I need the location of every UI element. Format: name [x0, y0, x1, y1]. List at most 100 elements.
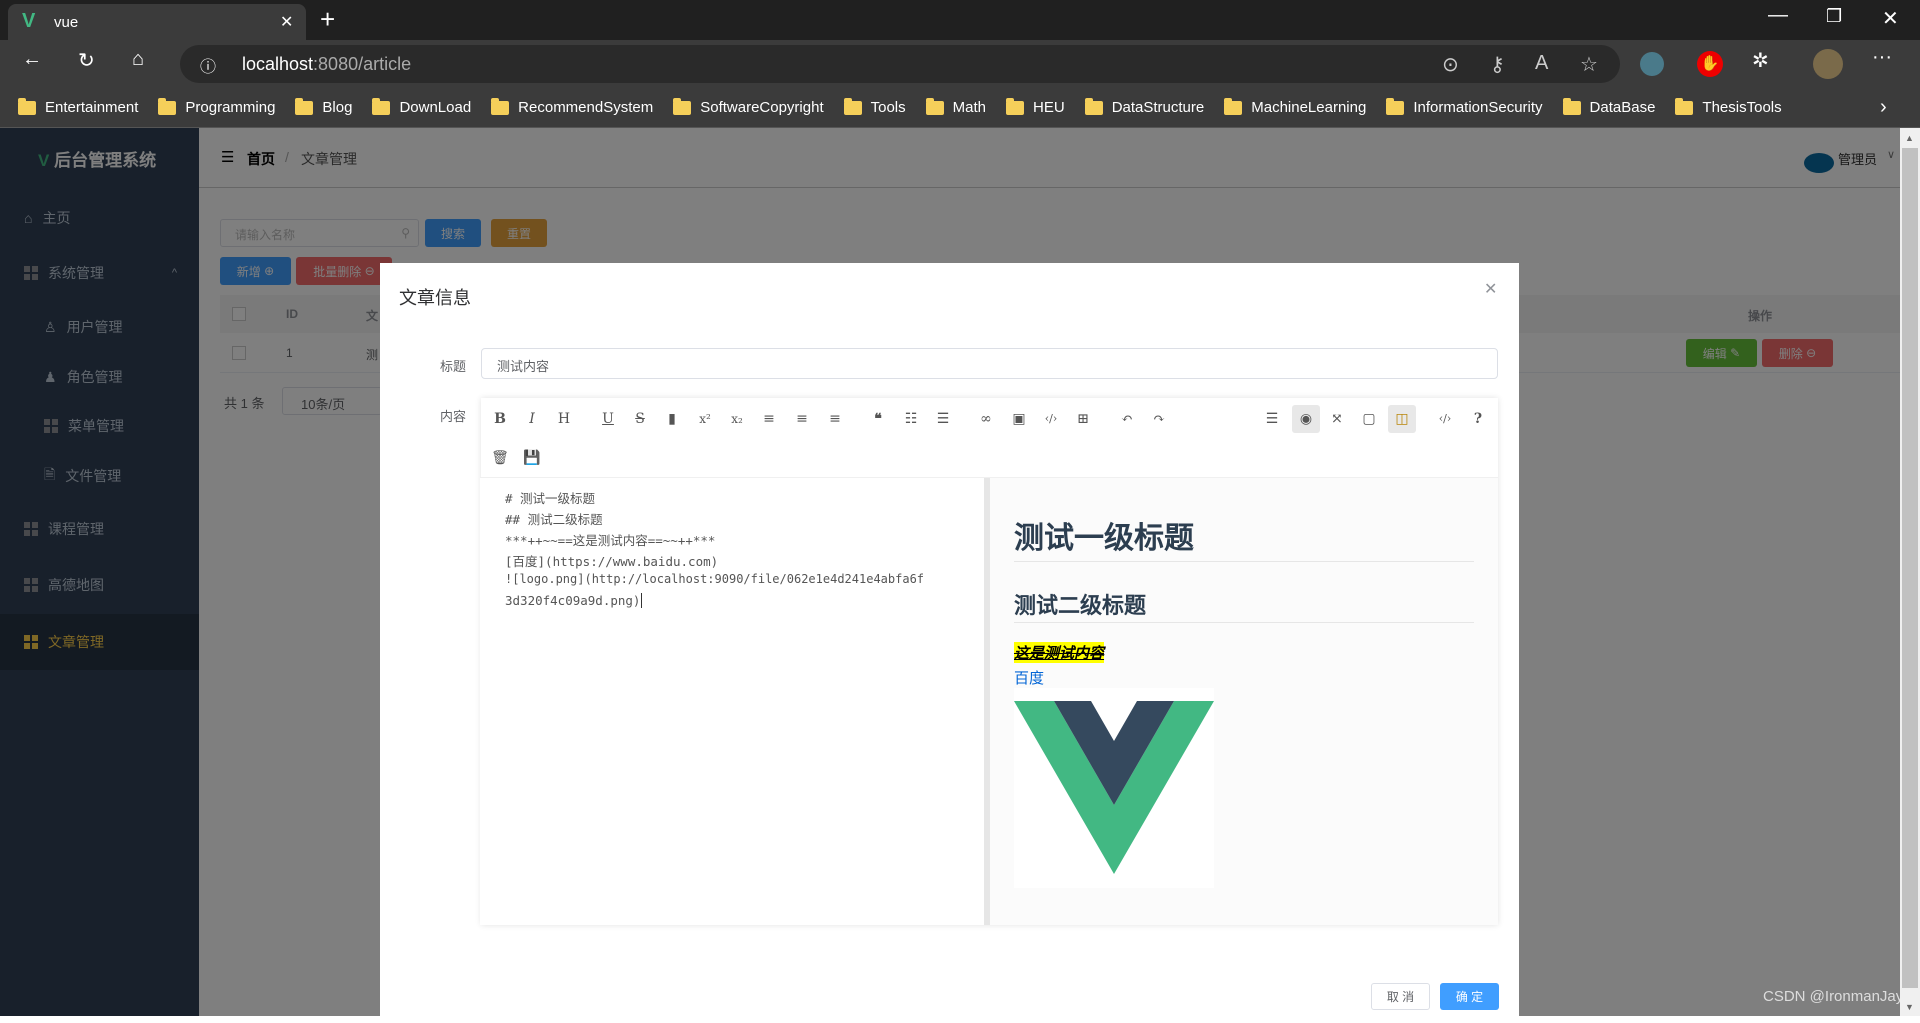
folder-icon — [1562, 97, 1581, 115]
bookmark-label: ThesisTools — [1702, 99, 1782, 116]
title-label: 标题 — [440, 359, 467, 374]
unordered-list-icon[interactable]: ☰ — [932, 408, 954, 430]
page-scrollbar[interactable]: ▲ ▼ — [1900, 128, 1920, 1016]
subscript-icon[interactable]: x₂ — [726, 408, 748, 430]
browser-tab[interactable]: V vue ✕ — [8, 4, 306, 40]
folder-icon — [673, 97, 692, 115]
bookmark-folder[interactable]: HEU — [1006, 97, 1065, 116]
folder-icon — [1675, 97, 1694, 115]
bookmark-folder[interactable]: SoftwareCopyright — [673, 97, 824, 116]
bookmark-folder[interactable]: DataStructure — [1084, 97, 1204, 116]
bookmark-folder[interactable]: DataBase — [1562, 97, 1656, 116]
site-info-icon[interactable]: ⓘ — [200, 53, 216, 77]
bookmark-label: DownLoad — [399, 99, 472, 116]
bookmark-label: SoftwareCopyright — [700, 99, 824, 116]
strikethrough-icon[interactable]: S — [629, 408, 651, 430]
location-icon[interactable]: ⊙ — [1442, 52, 1459, 77]
watermark: CSDN @IronmanJay — [1763, 988, 1904, 1005]
bookmark-label: Blog — [322, 99, 353, 116]
code-icon[interactable]: ‹/› — [1040, 408, 1062, 430]
preview-link[interactable]: 百度 — [1014, 667, 1044, 688]
restore-icon[interactable]: ❐ — [1826, 6, 1842, 27]
read-aloud-icon[interactable]: A — [1535, 52, 1548, 75]
profile-avatar[interactable] — [1813, 49, 1843, 79]
bookmark-folder[interactable]: InformationSecurity — [1386, 97, 1543, 116]
scroll-up-icon[interactable]: ▲ — [1905, 133, 1914, 143]
align-right-icon[interactable]: ≡ — [824, 408, 846, 430]
adblock-icon[interactable]: ✋ — [1697, 51, 1723, 77]
cancel-button[interactable]: 取 消 — [1371, 983, 1430, 1010]
align-left-icon[interactable]: ≡ — [758, 408, 780, 430]
bookmark-folder[interactable]: Entertainment — [18, 97, 139, 116]
bookmark-label: Entertainment — [45, 99, 139, 116]
minimize-icon[interactable]: — — [1768, 4, 1788, 27]
undo-icon[interactable]: ↶ — [1116, 408, 1138, 430]
refresh-icon[interactable]: ↻ — [78, 48, 95, 73]
bookmark-folder[interactable]: MachineLearning — [1224, 97, 1366, 116]
bookmark-folder[interactable]: Blog — [295, 97, 353, 116]
title-input[interactable]: 测试内容 — [481, 348, 1498, 379]
bookmark-folder[interactable]: Tools — [843, 97, 906, 116]
page-fullscreen-icon[interactable]: ▢ — [1358, 408, 1380, 430]
bookmark-folder[interactable]: ThesisTools — [1675, 97, 1782, 116]
bold-icon[interactable]: B — [489, 408, 511, 430]
extension-icon[interactable] — [1640, 52, 1664, 76]
folder-icon — [1084, 97, 1103, 115]
confirm-button[interactable]: 确 定 — [1440, 983, 1499, 1010]
heading-icon[interactable]: H — [553, 408, 575, 430]
back-icon[interactable]: ← — [22, 48, 42, 71]
html-code-icon[interactable]: ‹/› — [1434, 408, 1456, 430]
folder-icon — [1386, 97, 1405, 115]
folder-icon — [1224, 97, 1243, 115]
help-icon[interactable]: ? — [1467, 408, 1489, 430]
save-icon[interactable]: 💾 — [521, 447, 543, 469]
bookmark-label: Math — [952, 99, 987, 116]
close-tab-icon[interactable]: ✕ — [280, 12, 293, 32]
extensions-icon[interactable]: ✲ — [1752, 48, 1769, 73]
bookmark-folder[interactable]: DownLoad — [372, 97, 472, 116]
scroll-down-icon[interactable]: ▼ — [1905, 1002, 1914, 1012]
italic-icon[interactable]: I — [521, 408, 543, 430]
editor-line: ***++~~==这是测试内容==~~++*** — [505, 533, 716, 548]
editor-line: [百度](https://www.baidu.com) — [505, 554, 719, 569]
key-icon[interactable]: ⚷ — [1490, 52, 1505, 77]
underline-icon[interactable]: U — [597, 408, 619, 430]
trash-icon[interactable]: 🗑 — [489, 447, 511, 469]
close-window-icon[interactable]: ✕ — [1882, 6, 1899, 31]
navigation-bar: ← ↻ ⌂ ⓘ localhost:8080/article ⊙ ⚷ A ☆ ✋… — [0, 40, 1920, 88]
preview-h2: 测试二级标题 — [1014, 593, 1147, 618]
preview-h1: 测试一级标题 — [1014, 522, 1194, 555]
add-favorite-icon[interactable]: ☆ — [1580, 52, 1598, 77]
image-icon[interactable]: ▣ — [1008, 408, 1030, 430]
home-icon[interactable]: ⌂ — [132, 48, 144, 71]
chevron-right-icon[interactable]: › — [1880, 96, 1887, 119]
table-icon[interactable]: ⊞ — [1072, 408, 1094, 430]
new-tab-icon[interactable]: + — [320, 4, 335, 35]
preview-toggle-icon[interactable]: ◉ — [1292, 405, 1320, 433]
address-bar[interactable]: ⓘ localhost:8080/article ⊙ ⚷ A ☆ — [180, 45, 1620, 83]
quote-icon[interactable]: ❝ — [867, 408, 889, 430]
link-icon[interactable]: ∞ — [975, 408, 997, 430]
redo-icon[interactable]: ↷ — [1148, 408, 1170, 430]
bookmark-label: DataBase — [1589, 99, 1656, 116]
ordered-list-icon[interactable]: ☷ — [900, 408, 922, 430]
vue-logo-image — [1014, 688, 1214, 888]
tab-title: vue — [54, 14, 79, 31]
scrollbar-thumb[interactable] — [1902, 148, 1918, 988]
editor-line: ![logo.png](http://localhost:9090/file/0… — [505, 572, 925, 586]
superscript-icon[interactable]: x² — [694, 408, 716, 430]
bookmark-folder[interactable]: Programming — [158, 97, 275, 116]
fullscreen-icon[interactable]: ⤧ — [1326, 408, 1348, 430]
split-view-icon[interactable]: ◫ — [1388, 405, 1416, 433]
align-center-icon[interactable]: ≡ — [791, 408, 813, 430]
folder-icon — [158, 97, 177, 115]
close-icon[interactable]: ✕ — [1484, 279, 1497, 299]
bookmark-folder[interactable]: Math — [925, 97, 987, 116]
more-icon[interactable]: ··· — [1872, 46, 1892, 69]
bookmark-label: Tools — [870, 99, 906, 116]
h1-rule — [1014, 561, 1474, 562]
navigation-icon[interactable]: ☰ — [1261, 408, 1283, 430]
mark-icon[interactable]: ▮ — [661, 408, 683, 430]
editor-line: 3d320f4c09a9d.png) — [505, 593, 643, 608]
bookmark-folder[interactable]: RecommendSystem — [491, 97, 653, 116]
